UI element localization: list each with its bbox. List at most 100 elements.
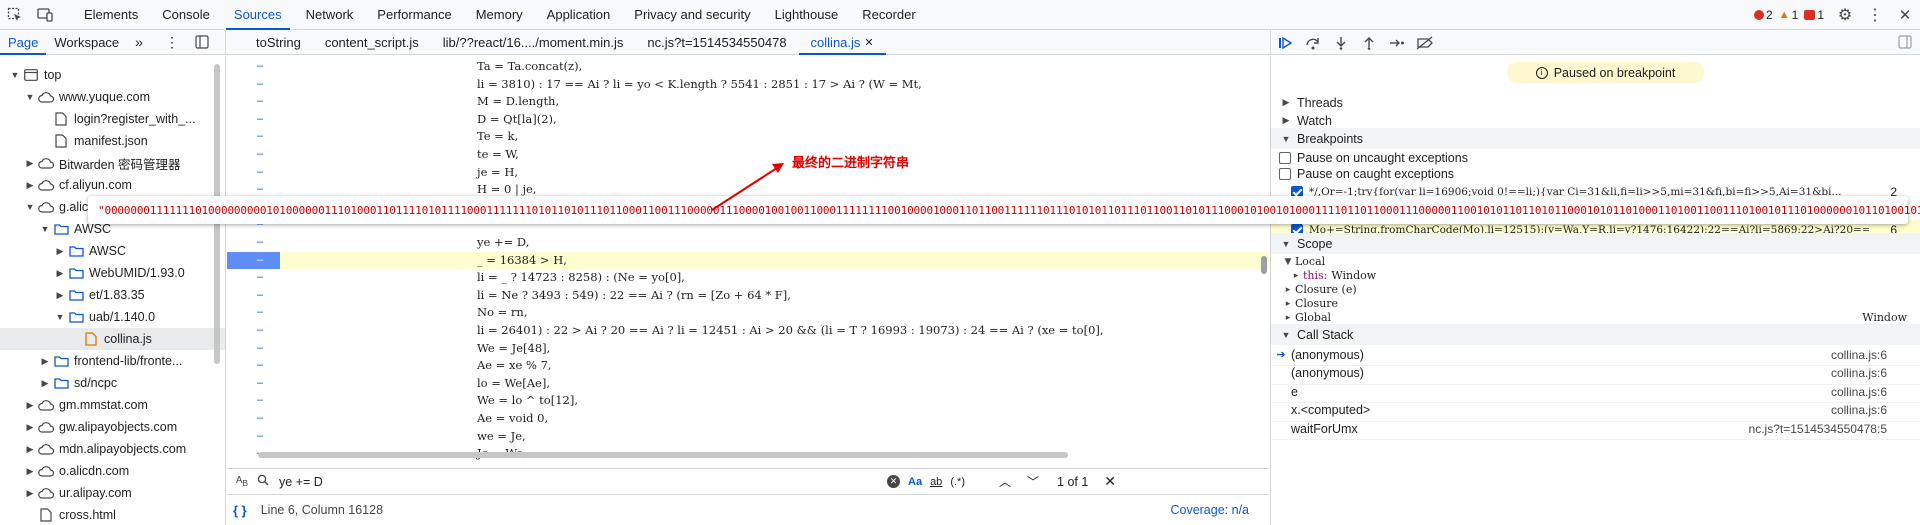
tree-item[interactable]: ▶ WebUMID/1.93.0	[0, 262, 225, 284]
code-line[interactable]: – li = Ne ? 3493 : 549) : 22 == Ai ? (rn …	[227, 287, 1269, 305]
code-line[interactable]: – ye += D,	[227, 234, 1269, 252]
tab-memory[interactable]: Memory	[464, 0, 535, 30]
step-icon[interactable]	[1383, 30, 1411, 55]
error-counter[interactable]: 2	[1754, 8, 1773, 22]
step-into-icon[interactable]	[1327, 30, 1355, 55]
gutter-marker[interactable]: –	[257, 234, 267, 252]
scope-section-header[interactable]: ▼ Scope	[1271, 233, 1920, 254]
navigator-scrollbar[interactable]	[213, 64, 221, 524]
tree-item[interactable]: ▼ top	[0, 64, 225, 86]
code-line[interactable]: – D = Qt[la](2),	[227, 111, 1269, 129]
clear-search-icon[interactable]: ✕	[887, 475, 900, 488]
tree-item[interactable]: login?register_with_...	[0, 108, 225, 130]
toggle-navigator-icon[interactable]	[195, 34, 209, 52]
code-line[interactable]: – Ta = Ta.concat(z),	[227, 58, 1269, 76]
whole-word-button[interactable]: ab	[930, 476, 942, 488]
tree-item[interactable]: ▶ gm.mmstat.com	[0, 394, 225, 416]
tab-workspace[interactable]: Workspace	[46, 30, 127, 55]
warning-counter[interactable]: ▲ 1	[1779, 8, 1799, 22]
tree-item[interactable]: ▶ mdn.alipayobjects.com	[0, 438, 225, 460]
gutter-marker[interactable]: –	[257, 76, 267, 94]
gutter-marker[interactable]: –	[257, 357, 267, 375]
code-line[interactable]: – li = _ ? 14723 : 8258) : (Ne = yo[0],	[227, 269, 1269, 287]
gutter-marker[interactable]: –	[257, 111, 267, 129]
tree-item[interactable]: cross.html	[0, 504, 225, 525]
pause-uncaught-checkbox[interactable]	[1279, 151, 1291, 164]
tab-sources[interactable]: Sources	[222, 0, 294, 30]
gutter-marker[interactable]: –	[257, 287, 267, 305]
pause-caught-checkbox[interactable]	[1279, 167, 1291, 180]
editor-horizontal-scrollbar[interactable]	[258, 450, 1068, 460]
call-frame[interactable]: waitForUmx nc.js?t=1514534550478:5	[1271, 418, 1920, 440]
tab-privacy-and-security[interactable]: Privacy and security	[622, 0, 762, 30]
tab-page[interactable]: Page	[0, 30, 47, 55]
code-line[interactable]: – li = 26401) : 22 > Ai ? 20 == Ai ? li =…	[227, 322, 1269, 340]
pretty-print-icon[interactable]: { }	[233, 503, 247, 518]
settings-gear-icon[interactable]: ⚙	[1830, 0, 1860, 30]
code-line[interactable]: – We = lo ^ to[12],	[227, 392, 1269, 410]
step-out-icon[interactable]	[1355, 30, 1383, 55]
code-line[interactable]: – Te = k,	[227, 128, 1269, 146]
tab-recorder[interactable]: Recorder	[850, 0, 927, 30]
gutter-marker[interactable]: –	[257, 428, 267, 446]
tree-item[interactable]: ▶ sd/ncpc	[0, 372, 225, 394]
code-line[interactable]: – lo = We[Ae],	[227, 375, 1269, 393]
gutter-marker[interactable]: –	[257, 164, 267, 182]
match-case-button[interactable]: Aa	[908, 476, 922, 488]
gutter-marker[interactable]: –	[257, 93, 267, 111]
tree-item[interactable]: ▶ Bitwarden 密码管理器	[0, 152, 225, 174]
breakpoints-section-header[interactable]: ▼ Breakpoints	[1271, 128, 1920, 149]
code-line[interactable]: – li = 3810) : 17 == Ai ? li = yo < K.len…	[227, 76, 1269, 94]
device-toolbar-icon[interactable]	[30, 0, 60, 30]
issues-counter[interactable]: 1	[1804, 8, 1824, 22]
editor-tab[interactable]: collina.js ✕	[798, 30, 886, 55]
code-line[interactable]: – _ = 16384 > H,	[227, 251, 1269, 270]
tree-item[interactable]: ▶ ur.alipay.com	[0, 482, 225, 504]
gutter-marker[interactable]: –	[257, 269, 267, 287]
code-line[interactable]: – Ae = xe % 7,	[227, 357, 1269, 375]
replace-toggle-icon[interactable]: AB	[227, 475, 257, 488]
code-line[interactable]: – M = D.length,	[227, 93, 1269, 111]
more-options-icon[interactable]: ⋮	[1860, 0, 1890, 30]
coverage-status[interactable]: Coverage: n/a	[1170, 503, 1249, 517]
editor-tab[interactable]: lib/??react/16..../moment.min.js	[431, 30, 636, 55]
editor-tab[interactable]: content_script.js	[313, 30, 431, 55]
tab-performance[interactable]: Performance	[365, 0, 463, 30]
deactivate-breakpoints-icon[interactable]	[1411, 30, 1439, 55]
inspect-element-icon[interactable]	[0, 0, 30, 30]
code-line[interactable]: – we = Je,	[227, 428, 1269, 446]
tree-item[interactable]: ▶ et/1.83.35	[0, 284, 225, 306]
gutter-marker[interactable]: –	[257, 128, 267, 146]
next-match-icon[interactable]: ﹀	[1027, 473, 1039, 490]
tree-item[interactable]: ▶ cf.aliyun.com	[0, 174, 225, 196]
gutter-marker[interactable]: –	[257, 410, 267, 428]
code-line[interactable]: – No = rn,	[227, 304, 1269, 322]
gutter-marker[interactable]: –	[257, 304, 267, 322]
tree-item[interactable]: ▼ www.yuque.com	[0, 86, 225, 108]
close-devtools-icon[interactable]: ✕	[1890, 0, 1920, 30]
tree-item[interactable]: ▶ AWSC	[0, 240, 225, 262]
editor-vertical-scrollbar[interactable]	[1259, 56, 1269, 460]
previous-match-icon[interactable]: ︿	[999, 473, 1011, 490]
regex-button[interactable]: (.*)	[950, 476, 965, 488]
gutter-marker[interactable]: –	[257, 322, 267, 340]
navigator-menu-icon[interactable]: ⋮	[165, 34, 179, 51]
search-input[interactable]: ye += D	[273, 475, 873, 489]
step-over-icon[interactable]	[1299, 30, 1327, 55]
tab-network[interactable]: Network	[294, 0, 366, 30]
more-tabs-button[interactable]: »	[127, 30, 151, 55]
close-tab-icon[interactable]: ✕	[864, 36, 873, 49]
gutter-marker[interactable]: –	[257, 340, 267, 358]
tab-application[interactable]: Application	[535, 0, 623, 30]
editor-tab[interactable]: nc.js?t=1514534550478	[635, 30, 798, 55]
tree-item[interactable]: ▼ uab/1.140.0	[0, 306, 225, 328]
tree-item[interactable]: manifest.json	[0, 130, 225, 152]
call-stack-section-header[interactable]: ▼ Call Stack	[1271, 324, 1920, 345]
code-line[interactable]: – Ae = void 0,	[227, 410, 1269, 428]
code-line[interactable]: – We = Je[48],	[227, 340, 1269, 358]
tab-elements[interactable]: Elements	[72, 0, 150, 30]
gutter-marker[interactable]: –	[257, 392, 267, 410]
editor-tab[interactable]: toString	[244, 30, 313, 55]
gutter-marker[interactable]: –	[257, 146, 267, 164]
resume-icon[interactable]	[1271, 30, 1299, 55]
